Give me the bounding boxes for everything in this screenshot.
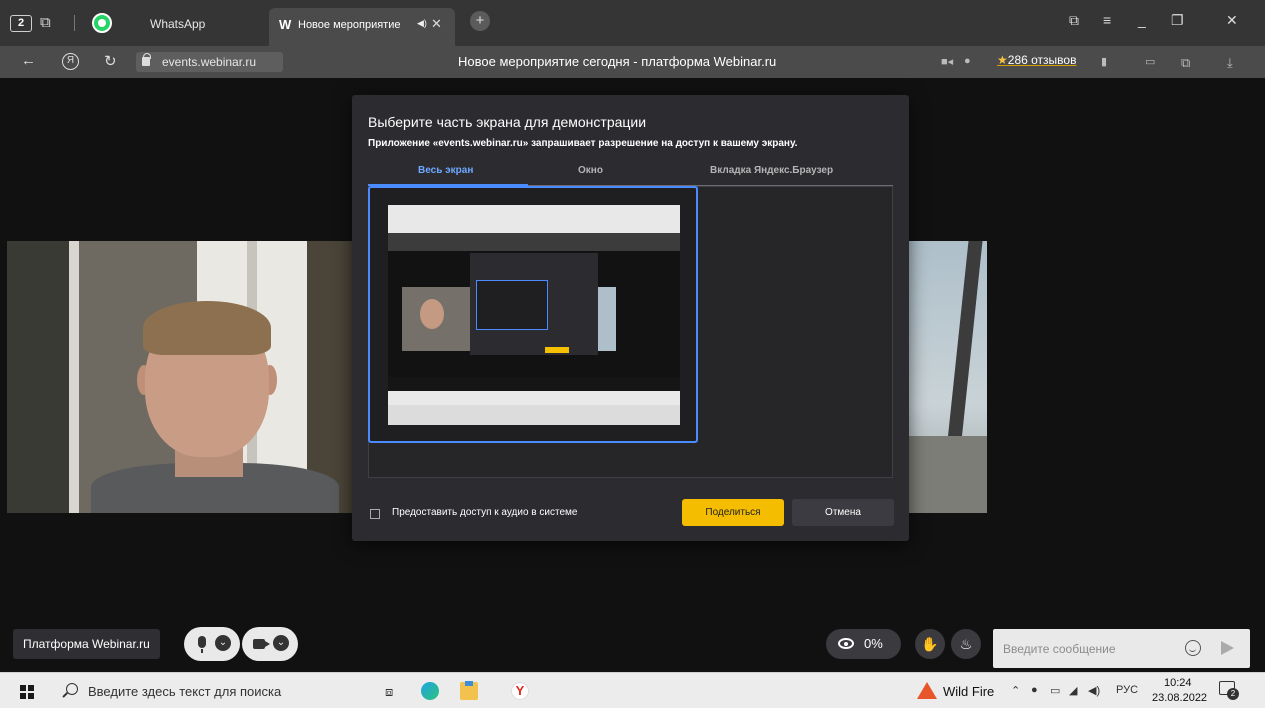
- browser-tab-strip: 2 ⧉ WhatsApp W Новое мероприятие ◀) ✕ + …: [0, 0, 1265, 46]
- yandex-browser-icon[interactable]: Y: [511, 682, 529, 700]
- microphone-button[interactable]: ⌄: [184, 627, 240, 661]
- webinar-logo-icon: W: [279, 17, 292, 32]
- camera-button[interactable]: ⌄: [242, 627, 298, 661]
- battery-icon[interactable]: ▭: [1050, 684, 1060, 697]
- clock-date[interactable]: 23.08.2022: [1152, 692, 1207, 704]
- microphone-tray-icon[interactable]: ●: [1031, 684, 1038, 696]
- tab-group-icon[interactable]: ⧉: [40, 14, 64, 32]
- extensions-icon[interactable]: ⧉: [1181, 55, 1190, 71]
- camera-icon: [253, 639, 270, 649]
- url-field[interactable]: events.webinar.ru: [136, 52, 283, 72]
- clock-time[interactable]: 10:24: [1164, 677, 1192, 689]
- message-input[interactable]: Введите сообщение: [993, 629, 1250, 668]
- dialog-subtitle: Приложение «events.webinar.ru» запрашива…: [368, 138, 798, 149]
- back-icon[interactable]: ←: [21, 52, 36, 69]
- address-bar: ← Я ↻ events.webinar.ru Новое мероприяти…: [0, 46, 1265, 78]
- speaker-icon[interactable]: ◀): [417, 18, 427, 29]
- windows-start-icon[interactable]: [20, 685, 34, 699]
- menu-icon[interactable]: ≡: [1103, 12, 1111, 28]
- tab-webinar-title: Новое мероприятие: [298, 19, 401, 31]
- star-icon: ★: [997, 53, 1008, 67]
- edge-browser-icon[interactable]: [421, 682, 439, 700]
- lock-icon: [142, 53, 151, 66]
- viewer-percent: 0%: [864, 636, 883, 651]
- close-tab-icon[interactable]: ✕: [431, 16, 442, 32]
- file-explorer-icon[interactable]: [460, 681, 478, 700]
- bookmarks-panel-icon[interactable]: ⧉: [1069, 12, 1079, 29]
- reviews-text: 286 отзывов: [1007, 53, 1077, 67]
- whatsapp-icon[interactable]: [92, 13, 112, 33]
- search-icon[interactable]: [66, 683, 78, 695]
- tab-divider: [74, 15, 75, 31]
- tab-window[interactable]: Окно: [578, 165, 603, 176]
- language-indicator[interactable]: РУС: [1116, 684, 1138, 696]
- screen-preview-card[interactable]: [368, 186, 698, 443]
- platform-label: Платформа Webinar.ru: [13, 629, 160, 659]
- network-icon[interactable]: ◢: [1069, 684, 1077, 697]
- restore-icon[interactable]: ❐: [1171, 12, 1184, 29]
- screen-thumbnail: [388, 205, 680, 425]
- chevron-down-icon[interactable]: ⌄: [215, 635, 231, 651]
- raise-hand-button[interactable]: ✋: [915, 629, 945, 659]
- minimize-icon[interactable]: _: [1138, 12, 1146, 28]
- screen-share-dialog: Выберите часть экрана для демонстрации П…: [352, 95, 909, 541]
- microphone-indicator-icon[interactable]: ●: [964, 55, 971, 67]
- volume-icon[interactable]: ◀): [1088, 684, 1100, 697]
- tab-webinar-event[interactable]: W Новое мероприятие ◀) ✕: [269, 8, 455, 46]
- windows-taskbar: Введите здесь текст для поиска ⧈ Y Wild …: [0, 672, 1265, 708]
- camera-indicator-icon[interactable]: ■◂: [941, 55, 953, 68]
- bookmark-icon[interactable]: ▮: [1101, 55, 1107, 68]
- send-icon[interactable]: [1221, 641, 1234, 655]
- audio-share-checkbox[interactable]: [370, 509, 380, 519]
- microphone-icon: [198, 636, 206, 653]
- tab-entire-screen[interactable]: Весь экран: [418, 165, 473, 176]
- secondary-video: [908, 241, 987, 513]
- download-icon[interactable]: ⤓: [1227, 55, 1233, 71]
- tab-count-badge[interactable]: 2: [10, 15, 32, 32]
- presenter-video: [7, 241, 353, 513]
- weather-label[interactable]: Wild Fire: [943, 684, 994, 699]
- viewers-indicator[interactable]: 0%: [826, 629, 901, 659]
- cancel-button[interactable]: Отмена: [792, 499, 894, 526]
- taskbar-search-input[interactable]: Введите здесь текст для поиска: [88, 684, 281, 699]
- hand-icon: ✋: [921, 636, 939, 652]
- window-close-icon[interactable]: ✕: [1226, 12, 1238, 29]
- share-button[interactable]: Поделиться: [682, 499, 784, 526]
- new-tab-button[interactable]: +: [470, 11, 490, 31]
- tab-browser-tab[interactable]: Вкладка Яндекс.Браузер: [710, 165, 833, 176]
- reaction-button[interactable]: ♨: [951, 629, 981, 659]
- audio-share-label[interactable]: Предоставить доступ к аудио в системе: [392, 507, 577, 518]
- message-placeholder: Введите сообщение: [1003, 642, 1116, 656]
- reader-mode-icon[interactable]: ▭: [1145, 55, 1155, 68]
- warning-icon[interactable]: [917, 682, 937, 699]
- page-title: Новое мероприятие сегодня - платформа We…: [458, 54, 777, 69]
- tab-whatsapp[interactable]: WhatsApp: [150, 17, 205, 31]
- reload-icon[interactable]: ↻: [104, 52, 117, 70]
- reviews-link[interactable]: ★286 отзывов: [997, 53, 1076, 67]
- eye-icon: [838, 638, 854, 649]
- notification-count: 2: [1227, 688, 1239, 700]
- chevron-down-icon[interactable]: ⌄: [273, 635, 289, 651]
- url-text: events.webinar.ru: [162, 55, 257, 69]
- dialog-title: Выберите часть экрана для демонстрации: [368, 114, 647, 130]
- task-view-icon[interactable]: ⧈: [385, 684, 393, 700]
- chevron-up-icon[interactable]: ⌃: [1011, 684, 1020, 697]
- fire-icon: ♨: [959, 636, 973, 652]
- emoji-icon[interactable]: [1185, 640, 1201, 656]
- yandex-icon[interactable]: Я: [62, 53, 79, 70]
